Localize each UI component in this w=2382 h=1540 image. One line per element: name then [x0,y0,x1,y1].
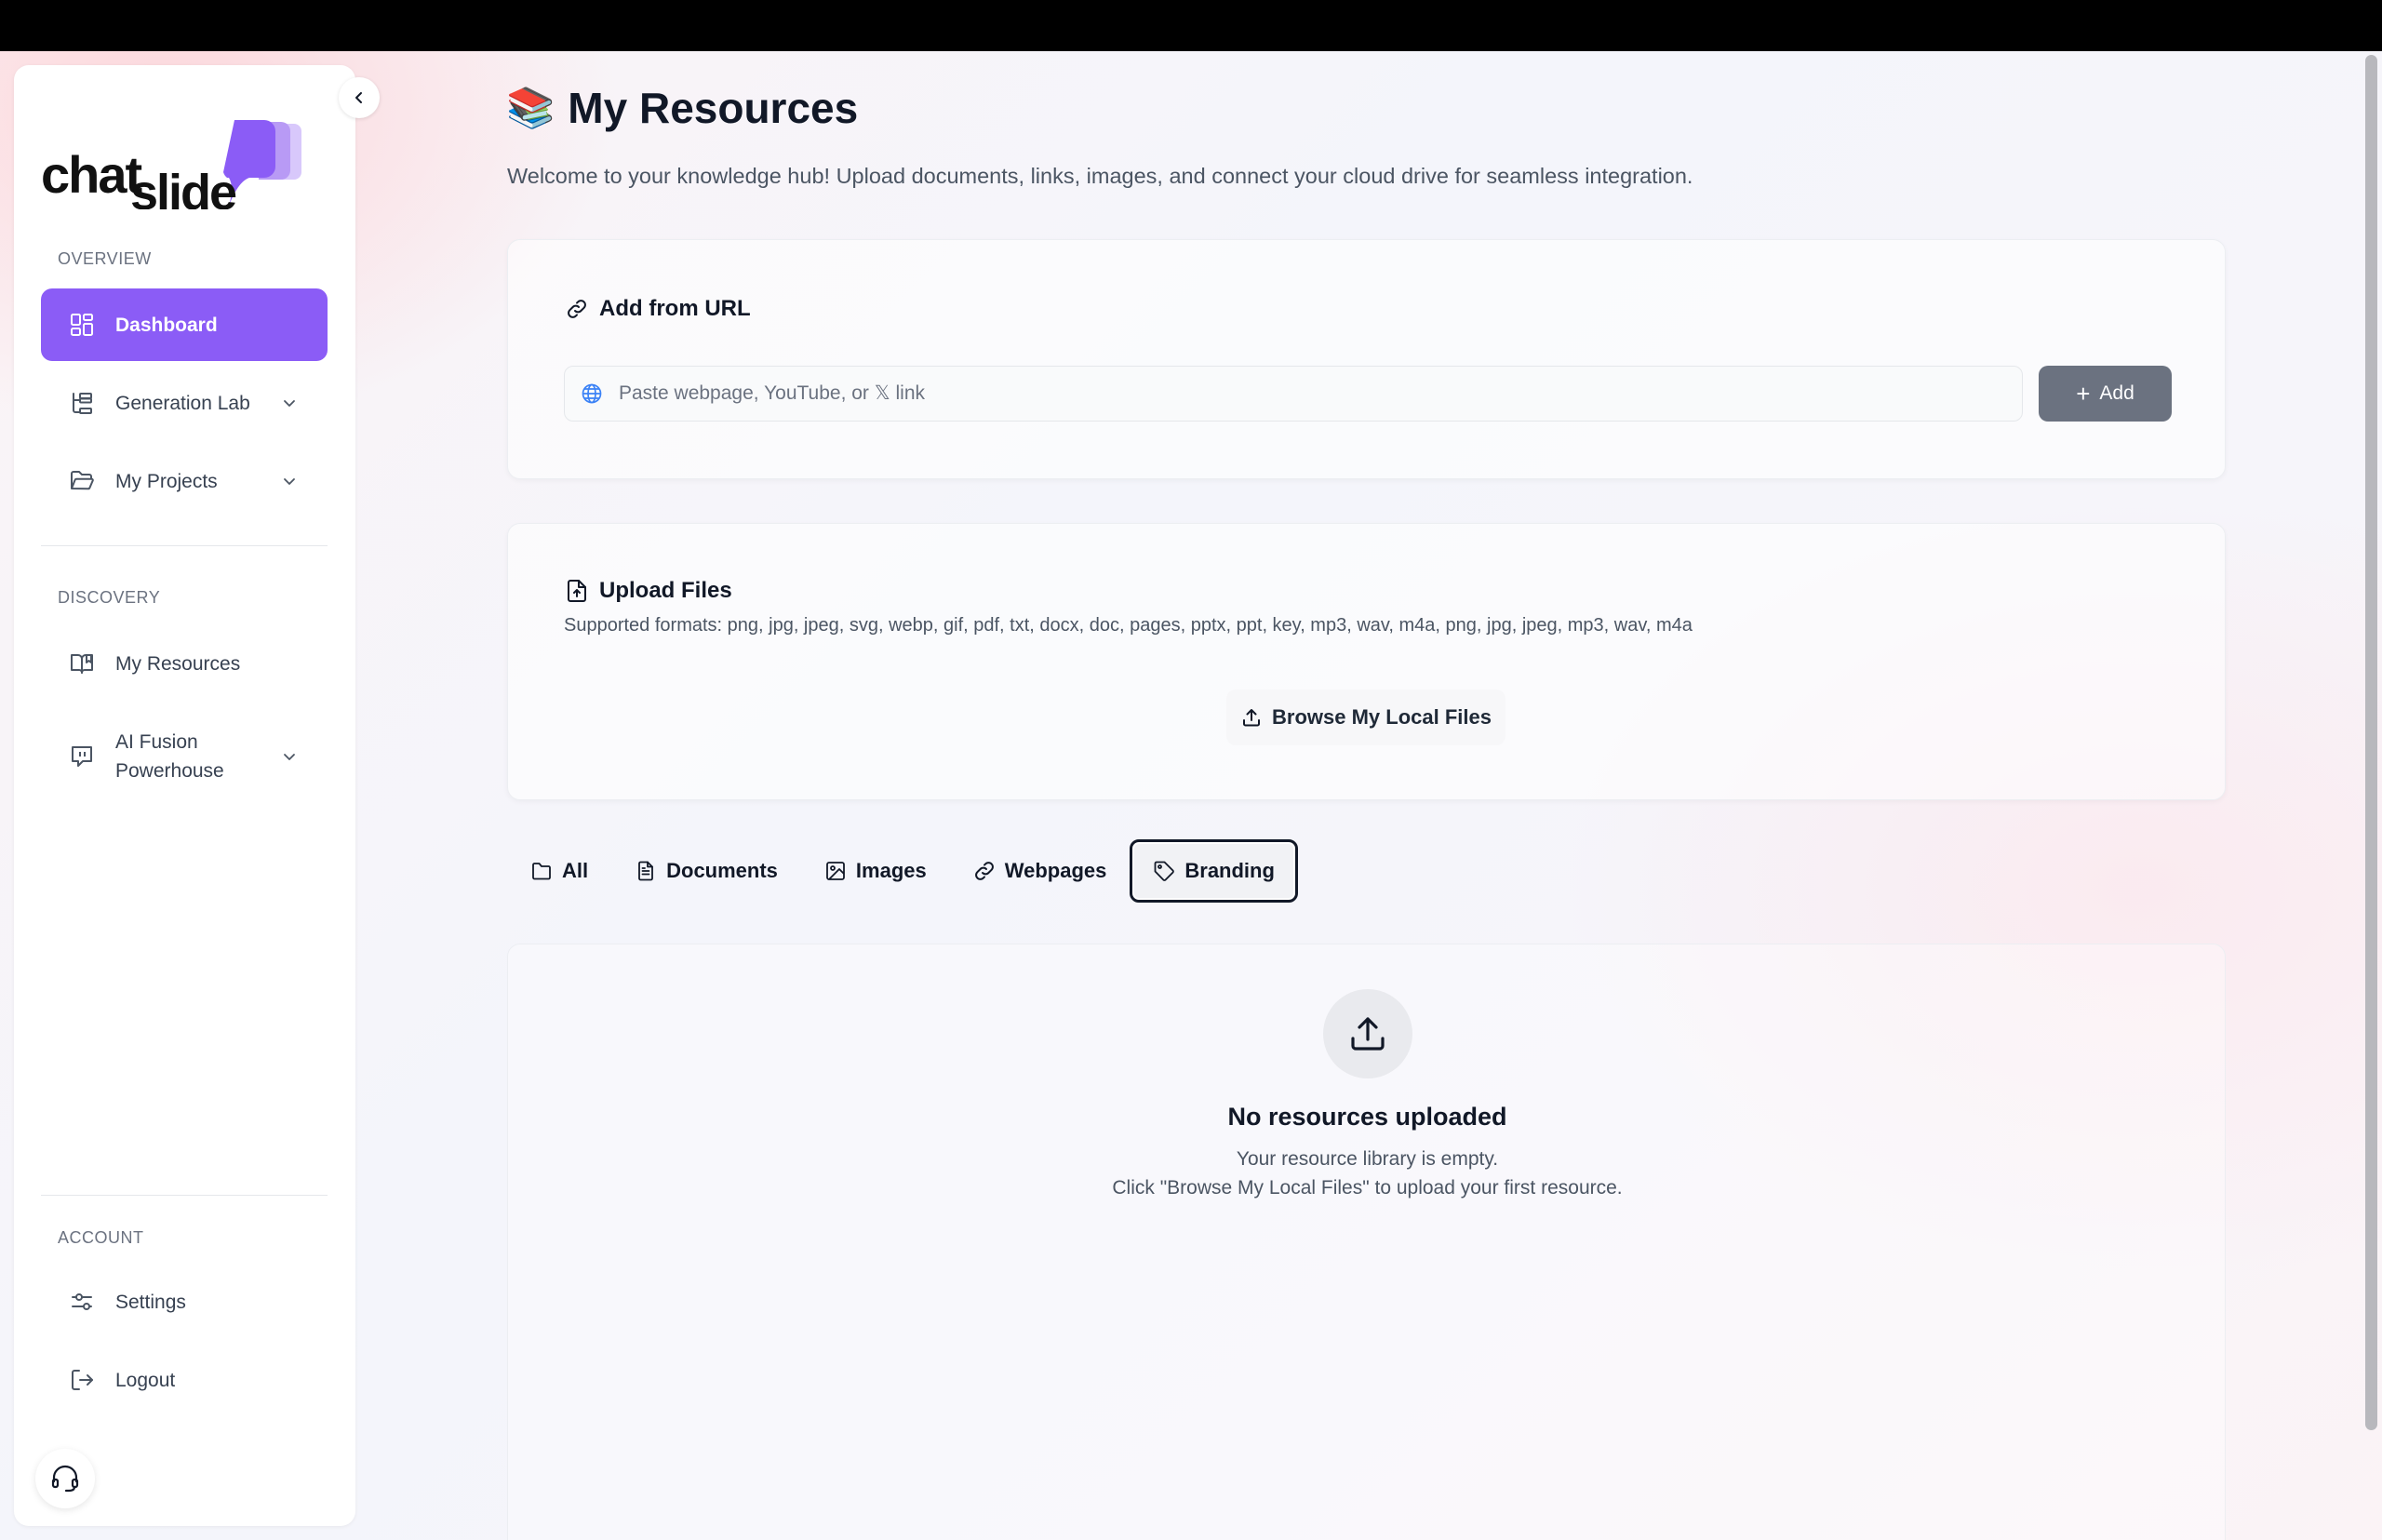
tab-webpages[interactable]: Webpages [950,839,1131,903]
flow-chart-icon [67,388,97,418]
plus-icon: + [2076,380,2091,408]
sidebar-item-label: Settings [115,1291,186,1313]
books-emoji-icon: 📚 [506,85,555,129]
sidebar-item-my-resources[interactable]: My Resources [41,627,328,700]
tab-label: All [562,859,589,882]
add-url-title-text: Add from URL [599,296,751,321]
folder-icon [530,860,553,882]
chatslide-logo-image: chat slide [41,120,301,221]
dashboard-icon [67,310,97,340]
sidebar-item-my-projects[interactable]: My Projects [41,445,328,517]
chevron-down-icon [279,471,300,491]
add-url-card: Add from URL + Add [507,239,2226,479]
page-title-text: My Resources [568,84,859,132]
chat-bubble-icon [67,742,97,771]
tab-label: Documents [666,859,778,882]
page-subtitle: Welcome to your knowledge hub! Upload do… [507,164,1693,188]
support-button[interactable] [35,1449,95,1508]
section-label-overview: OVERVIEW [58,249,152,268]
upload-files-title-text: Upload Files [599,578,732,603]
sidebar-item-settings[interactable]: Settings [41,1265,328,1338]
logout-icon [67,1365,97,1395]
browse-button-label: Browse My Local Files [1272,705,1492,729]
chevron-down-icon [279,746,300,767]
svg-text:chat: chat [41,145,141,204]
empty-state-title: No resources uploaded [1227,1103,1507,1131]
empty-state-message: Your resource library is empty. [1236,1148,1499,1170]
chevron-left-icon [355,92,362,103]
url-input[interactable] [619,382,2022,405]
sidebar-collapse-button[interactable] [339,77,380,118]
sidebar-item-label: Logout [115,1369,176,1391]
tab-images[interactable]: Images [801,839,950,903]
upload-icon [1240,706,1263,729]
add-url-title: Add from URL [564,296,751,322]
link-icon [973,860,996,882]
sidebar-item-dashboard[interactable]: Dashboard [41,288,328,361]
sidebar-item-label: My Resources [115,652,241,675]
book-open-icon [67,649,97,678]
folder-open-icon [67,466,97,496]
tab-label: Webpages [1004,859,1107,882]
upload-icon [1351,1017,1385,1051]
link-icon [564,296,590,322]
tab-all[interactable]: All [507,839,611,903]
resources-list-panel: No resources uploaded Your resource libr… [507,944,2226,1540]
scrollbar-thumb[interactable] [2365,55,2377,1430]
top-black-bar [0,0,2382,51]
sidebar-item-logout[interactable]: Logout [41,1344,328,1416]
headset-icon [51,1465,79,1493]
section-label-discovery: DISCOVERY [58,588,161,607]
image-icon [824,860,847,882]
empty-state-hint: Click "Browse My Local Files" to upload … [1112,1177,1623,1199]
sidebar-item-label: AI Fusion Powerhouse [115,731,224,782]
section-label-account: ACCOUNT [58,1228,144,1247]
tab-label: Branding [1184,859,1275,882]
upload-files-card: Upload Files Supported formats: png, jpg… [507,523,2226,800]
add-button-label: Add [2099,382,2134,404]
browse-local-files-button[interactable]: Browse My Local Files [1226,690,1505,745]
chevron-down-icon [279,393,300,413]
upload-files-title: Upload Files [564,578,732,604]
tab-label: Images [855,859,927,882]
sidebar-item-label: Dashboard [115,314,218,336]
document-icon [635,860,657,882]
tab-documents[interactable]: Documents [611,839,801,903]
resource-filter-tabs: All Documents Images Webpages Branding [507,839,1298,903]
svg-text:slide: slide [130,165,236,209]
page-title: 📚 My Resources [506,82,858,134]
globe-icon [580,382,604,406]
add-url-button[interactable]: + Add [2039,366,2172,422]
url-input-wrapper[interactable] [564,366,2023,422]
sidebar-item-label: My Projects [115,470,218,492]
tag-icon [1153,860,1175,882]
supported-formats-text: Supported formats: png, jpg, jpeg, svg, … [564,615,1693,636]
sidebar-item-ai-fusion-powerhouse[interactable]: AI Fusion Powerhouse [41,719,328,794]
sidebar-item-generation-lab[interactable]: Generation Lab [41,367,328,439]
chatslide-logo[interactable]: chat slide [41,116,311,221]
page-scrollbar[interactable] [2362,51,2382,1540]
file-upload-icon [564,578,590,604]
empty-state-upload-badge [1323,989,1412,1078]
sidebar-item-label: Generation Lab [115,392,250,414]
tab-branding[interactable]: Branding [1130,839,1298,903]
sliders-icon [67,1287,97,1317]
sidebar-divider [41,545,328,546]
sidebar-divider [41,1195,328,1196]
